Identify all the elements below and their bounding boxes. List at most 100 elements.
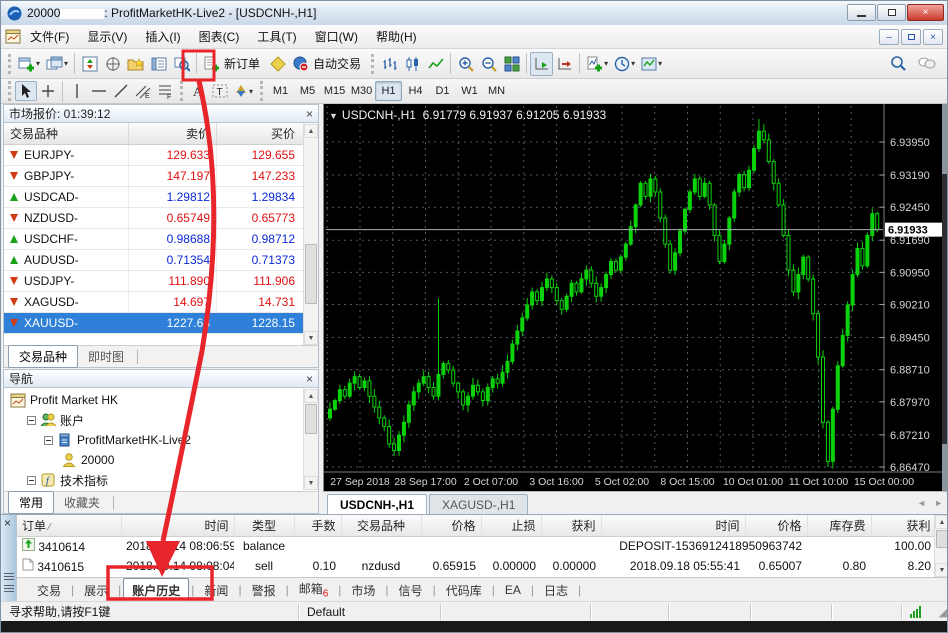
menu-item-0[interactable]: 文件(F)	[21, 25, 78, 48]
market-watch-scrollbar[interactable]: ▲ ▼	[303, 124, 318, 345]
menu-item-5[interactable]: 窗口(W)	[306, 25, 367, 48]
timeframe-m15-button[interactable]: M15	[321, 81, 348, 101]
zoom-out-button[interactable]	[477, 52, 500, 76]
terminal-column-2[interactable]: 类型	[234, 515, 294, 536]
navigator-tab-0[interactable]: 常用	[8, 491, 54, 514]
timeframe-d1-button[interactable]: D1	[429, 81, 456, 101]
toolbar-drag-handle[interactable]	[180, 81, 183, 101]
minimize-button[interactable]	[847, 4, 876, 21]
status-profile[interactable]: Default	[299, 604, 441, 620]
arrow-tools-button[interactable]: ▾	[231, 81, 256, 101]
timeframe-h1-button[interactable]: H1	[375, 81, 402, 101]
close-icon[interactable]: ×	[306, 109, 313, 119]
metaeditor-button[interactable]	[266, 52, 289, 76]
column-symbol[interactable]: 交易品种	[4, 125, 128, 142]
strategy-tester-button[interactable]	[170, 52, 193, 76]
collapse-icon[interactable]	[27, 416, 36, 425]
terminal-column-5[interactable]: 价格	[421, 515, 481, 536]
mdi-minimize-button[interactable]: –	[879, 29, 899, 45]
navigator-item-1[interactable]: 账户	[4, 410, 318, 430]
terminal-tab-10[interactable]: 日志	[536, 579, 576, 602]
data-window-button[interactable]	[101, 52, 124, 76]
chevron-down-icon[interactable]: ▾	[64, 59, 68, 68]
navigator-scrollbar[interactable]: ▲ ▼	[303, 389, 318, 490]
market-watch-row-audusd[interactable]: AUDUSD-0.713540.71373	[4, 250, 318, 271]
market-watch-row-usdjpy[interactable]: USDJPY-111.890111.906	[4, 271, 318, 292]
resize-grip[interactable]: ◢	[939, 606, 947, 619]
equidistant-channel-button[interactable]: E	[132, 81, 154, 101]
market-watch-row-nzdusd[interactable]: NZDUSD-0.657490.65773	[4, 208, 318, 229]
title-bar[interactable]: 20000: ProfitMarketHK-Live2 - [USDCNH-,H…	[1, 1, 948, 25]
profiles-button[interactable]: ▾	[43, 52, 71, 76]
terminal-scrollbar[interactable]: ▲ ▼	[934, 515, 948, 577]
chevron-down-icon[interactable]: ▾	[249, 87, 253, 96]
line-chart-button[interactable]	[424, 52, 447, 76]
text-button[interactable]: A	[187, 81, 209, 101]
text-label-button[interactable]: T	[209, 81, 231, 101]
history-row-balance[interactable]: 34106142018.09.14 08:06:59balanceDEPOSIT…	[17, 536, 936, 556]
chart-tab-0[interactable]: USDCNH-,H1	[327, 494, 427, 514]
chat-button[interactable]	[915, 51, 939, 75]
terminal-tab-6[interactable]: 市场	[343, 579, 383, 602]
market-watch-row-xagusd[interactable]: XAGUSD-14.69714.731	[4, 292, 318, 313]
new-order-button[interactable]: 新订单	[200, 52, 266, 76]
terminal-column-11[interactable]: 获利	[871, 515, 936, 536]
auto-trading-button[interactable]: 自动交易	[289, 52, 367, 76]
trendline-button[interactable]	[110, 81, 132, 101]
fibonacci-button[interactable]: F	[154, 81, 176, 101]
tab-scroll-left-icon[interactable]: ◄	[917, 498, 926, 508]
terminal-tab-3[interactable]: 新闻	[196, 579, 236, 602]
toolbar-drag-handle[interactable]	[8, 81, 11, 101]
terminal-tab-4[interactable]: 警报	[244, 579, 284, 602]
tab-scroll-right-icon[interactable]: ►	[934, 498, 943, 508]
timeframe-mn-button[interactable]: MN	[483, 81, 510, 101]
market-watch-row-gbpjpy[interactable]: GBPJPY-147.197147.233	[4, 166, 318, 187]
timeframe-m30-button[interactable]: M30	[348, 81, 375, 101]
close-icon[interactable]: ×	[306, 374, 313, 384]
search-button[interactable]	[886, 51, 909, 75]
chevron-down-icon[interactable]: ▾	[604, 59, 608, 68]
terminal-column-0[interactable]: 订单 ∕	[17, 515, 121, 536]
timeframe-m5-button[interactable]: M5	[294, 81, 321, 101]
timeframe-m1-button[interactable]: M1	[267, 81, 294, 101]
crosshair-button[interactable]	[37, 81, 59, 101]
timeframe-w1-button[interactable]: W1	[456, 81, 483, 101]
chart-canvas[interactable]: 6.939506.931906.924506.916906.909506.902…	[323, 104, 948, 491]
navigator-button[interactable]	[124, 52, 147, 76]
column-ask[interactable]: 买价	[216, 123, 301, 144]
new-chart-button[interactable]: ▾	[15, 52, 43, 76]
market-watch-tab-1[interactable]: 即时图	[78, 346, 134, 367]
navigator-item-2[interactable]: ProfitMarketHK-Live2	[4, 430, 318, 450]
navigator-tab-1[interactable]: 收藏夹	[54, 492, 110, 513]
market-watch-row-usdcad[interactable]: USDCAD-1.298121.29834	[4, 187, 318, 208]
terminal-column-10[interactable]: 库存费	[807, 515, 871, 536]
tile-windows-button[interactable]	[500, 52, 523, 76]
close-icon[interactable]: ×	[4, 516, 11, 530]
menu-item-6[interactable]: 帮助(H)	[367, 25, 426, 48]
mdi-restore-button[interactable]	[901, 29, 921, 45]
collapse-icon[interactable]	[27, 476, 36, 485]
market-watch-row-xauusd[interactable]: XAUUSD-1227.681228.15	[4, 313, 318, 334]
timeframe-h4-button[interactable]: H4	[402, 81, 429, 101]
terminal-tab-7[interactable]: 信号	[391, 579, 431, 602]
market-watch-button[interactable]	[78, 52, 101, 76]
candlestick-chart-button[interactable]	[401, 52, 424, 76]
indicators-button[interactable]: ▾	[583, 52, 611, 76]
horizontal-line-button[interactable]	[88, 81, 110, 101]
collapse-icon[interactable]	[44, 436, 53, 445]
chart-shift-button[interactable]	[553, 52, 576, 76]
terminal-column-9[interactable]: 价格	[745, 515, 807, 536]
zoom-in-button[interactable]	[454, 52, 477, 76]
menu-item-1[interactable]: 显示(V)	[78, 25, 136, 48]
market-watch-row-usdchf[interactable]: USDCHF-0.986880.98712	[4, 229, 318, 250]
terminal-column-4[interactable]: 交易品种	[341, 515, 421, 536]
terminal-tab-9[interactable]: EA	[497, 580, 529, 600]
toolbar-drag-handle[interactable]	[8, 54, 11, 74]
history-row-order[interactable]: 34106152018.09.14 08:08:04sell0.10nzdusd…	[17, 556, 936, 576]
toolbar-drag-handle[interactable]	[260, 81, 263, 101]
vertical-line-button[interactable]	[66, 81, 88, 101]
toolbar-drag-handle[interactable]	[371, 54, 374, 74]
market-watch-row-eurjpy[interactable]: EURJPY-129.633129.655	[4, 145, 318, 166]
terminal-tab-2[interactable]: 账户历史	[123, 578, 189, 602]
chart-edge-scrollbar[interactable]	[942, 104, 948, 491]
